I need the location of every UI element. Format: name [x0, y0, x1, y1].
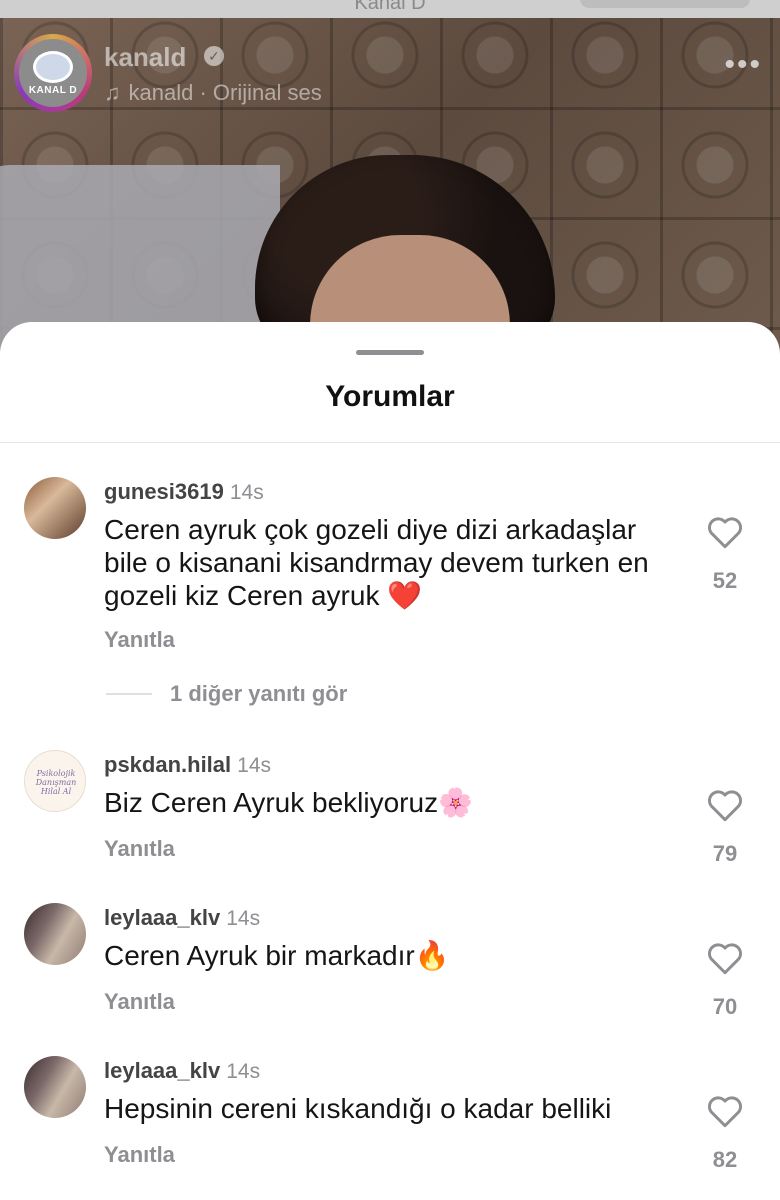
comment-text: Biz Ceren Ayruk bekliyoruz🌸 — [104, 787, 473, 818]
sound-label: kanald · Orijinal ses — [128, 80, 322, 105]
comment-time: 14s — [229, 481, 264, 504]
avatar[interactable] — [24, 1056, 86, 1118]
reply-button[interactable]: Yanıtla — [104, 1142, 175, 1168]
comment-text: Hepsinin cereni kıskandığı o kadar belli… — [104, 1093, 612, 1124]
channel-name[interactable]: kanald — [104, 42, 186, 73]
like-count: 52 — [712, 568, 738, 593]
comment-text: Ceren Ayruk bir markadır🔥 — [104, 940, 450, 971]
sheet-title: Yorumlar — [325, 380, 455, 413]
channel-logo: KANAL D — [19, 39, 87, 107]
comment-time: 14s — [226, 907, 261, 930]
username-text[interactable]: gunesi3619 — [104, 479, 224, 504]
avatar-script-text: Psikolojik Danışman Hilal Al — [35, 769, 77, 796]
video-background[interactable]: Kanal D KANAL D kanald ✓ ♫ kanald · Orij… — [0, 0, 780, 360]
username-text[interactable]: pskdan.hilal — [104, 752, 231, 777]
like-count: 79 — [712, 841, 738, 866]
more-options-icon[interactable]: ••• — [724, 50, 762, 80]
heart-icon[interactable] — [706, 788, 744, 822]
avatar[interactable]: Psikolojik Danışman Hilal Al — [24, 750, 86, 812]
comment-username[interactable]: gunesi3619 14s — [104, 479, 264, 505]
replies-line — [106, 693, 152, 695]
heart-icon[interactable] — [706, 1094, 744, 1128]
like-count: 82 — [712, 1147, 738, 1172]
reply-button[interactable]: Yanıtla — [104, 627, 175, 653]
view-more-replies-label[interactable]: 1 diğer yanıtı gör — [170, 681, 347, 707]
comment-username[interactable]: pskdan.hilal 14s — [104, 752, 271, 778]
avatar[interactable] — [24, 903, 86, 965]
sound-info[interactable]: ♫ kanald · Orijinal ses — [104, 80, 322, 106]
channel-header: KANAL D kanald ✓ ♫ kanald · Orijinal ses… — [14, 34, 774, 114]
title-divider — [0, 442, 780, 443]
comment-text-line: gozeli kiz Ceren ayruk ❤️ — [104, 580, 423, 611]
reply-button[interactable]: Yanıtla — [104, 989, 175, 1015]
top-status-strip: Kanal D — [0, 0, 780, 18]
comment-text: Ceren ayruk çok gozeli diye dizi arkadaş… — [104, 513, 684, 612]
heart-icon[interactable] — [706, 941, 744, 975]
comment-time: 14s — [237, 754, 272, 777]
avatar[interactable] — [24, 477, 86, 539]
comment-time: 14s — [226, 1060, 261, 1083]
username-text[interactable]: leylaaa_klv — [104, 1058, 220, 1083]
like-count: 70 — [712, 994, 738, 1019]
sheet-grabber-handle[interactable] — [356, 350, 424, 355]
reply-button[interactable]: Yanıtla — [104, 836, 175, 862]
top-status-pill — [580, 0, 750, 8]
comment-text-line: Ceren ayruk çok gozeli diye dizi arkadaş… — [104, 514, 637, 545]
comment-username[interactable]: leylaaa_klv 14s — [104, 1058, 260, 1084]
channel-logo-text: KANAL D — [28, 84, 78, 96]
channel-logo-mark — [33, 50, 73, 83]
heart-icon[interactable] — [706, 515, 744, 549]
verified-icon: ✓ — [204, 46, 224, 66]
channel-avatar[interactable]: KANAL D — [14, 34, 92, 112]
comment-text-line: bile o kisanani kisandrmay devem turken … — [104, 547, 649, 578]
username-text[interactable]: leylaaa_klv — [104, 905, 220, 930]
comment-username[interactable]: leylaaa_klv 14s — [104, 905, 260, 931]
music-note-icon: ♫ — [104, 80, 121, 105]
view-more-replies[interactable]: 1 diğer yanıtı gör — [106, 681, 347, 707]
